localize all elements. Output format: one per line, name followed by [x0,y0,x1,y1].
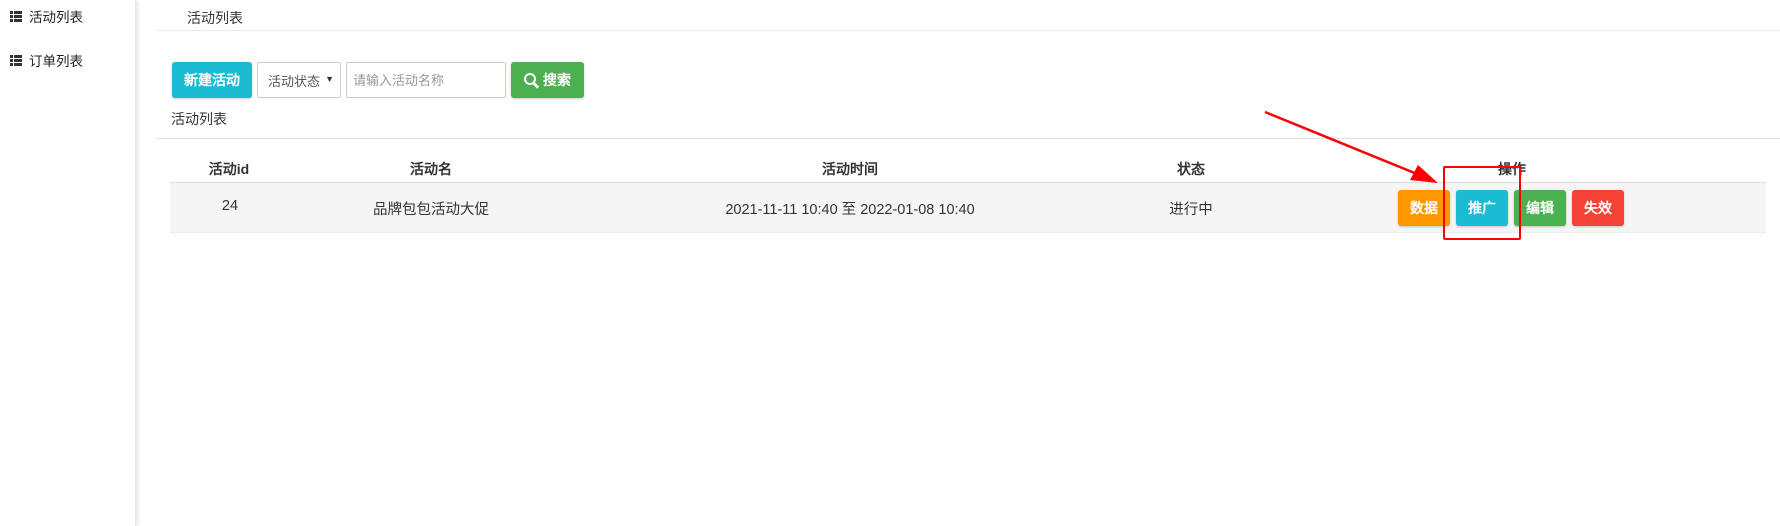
cell-activity-name: 品牌包包活动大促 [373,202,489,218]
search-button-label: 搜索 [543,72,571,88]
search-button[interactable]: 搜索 [511,62,584,98]
header-activity-name: 活动名 [410,161,452,177]
new-activity-button[interactable]: 新建活动 [172,62,252,98]
list-icon [10,10,22,22]
breadcrumb: 活动列表 [156,0,1780,31]
header-activity-time: 活动时间 [822,161,878,177]
breadcrumb-item[interactable]: 活动列表 [187,8,243,28]
table-header: 活动id 活动名 活动时间 状态 操作 [170,155,1766,183]
promote-button[interactable]: 推广 [1456,190,1508,226]
section-title: 活动列表 [171,111,227,127]
disable-button[interactable]: 失效 [1572,190,1624,226]
toolbar: 新建活动 活动状态 ▼ 搜索 [172,62,584,98]
data-button[interactable]: 数据 [1398,190,1450,226]
cell-activity-id: 24 [221,198,239,214]
cell-status: 进行中 [1169,202,1213,218]
search-icon [524,72,540,89]
activity-table: 活动id 活动名 活动时间 状态 操作 24 品牌包包活动大促 2021-11-… [170,155,1766,233]
edit-button[interactable]: 编辑 [1514,190,1566,226]
table-row: 24 品牌包包活动大促 2021-11-11 10:40 至 2022-01-0… [170,183,1766,233]
divider [156,138,1780,139]
row-operations: 数据 推广 编辑 失效 [1398,190,1624,226]
header-activity-id: 活动id [208,161,250,177]
status-select[interactable]: 活动状态 ▼ [257,62,341,98]
sidebar-item-label: 活动列表 [29,10,83,25]
activity-name-input[interactable] [346,62,506,98]
caret-down-icon: ▼ [325,74,334,84]
status-select-value: 活动状态 [268,73,321,89]
list-icon [10,54,22,66]
sidebar-item-activity-list[interactable]: 活动列表 [10,6,83,26]
header-operations: 操作 [1498,161,1526,177]
header-status: 状态 [1177,161,1205,177]
sidebar-item-label: 订单列表 [29,54,83,69]
cell-activity-time: 2021-11-11 10:40 至 2022-01-08 10:40 [725,202,975,218]
sidebar-item-order-list[interactable]: 订单列表 [10,50,83,70]
sidebar: 活动列表 订单列表 [0,0,136,526]
